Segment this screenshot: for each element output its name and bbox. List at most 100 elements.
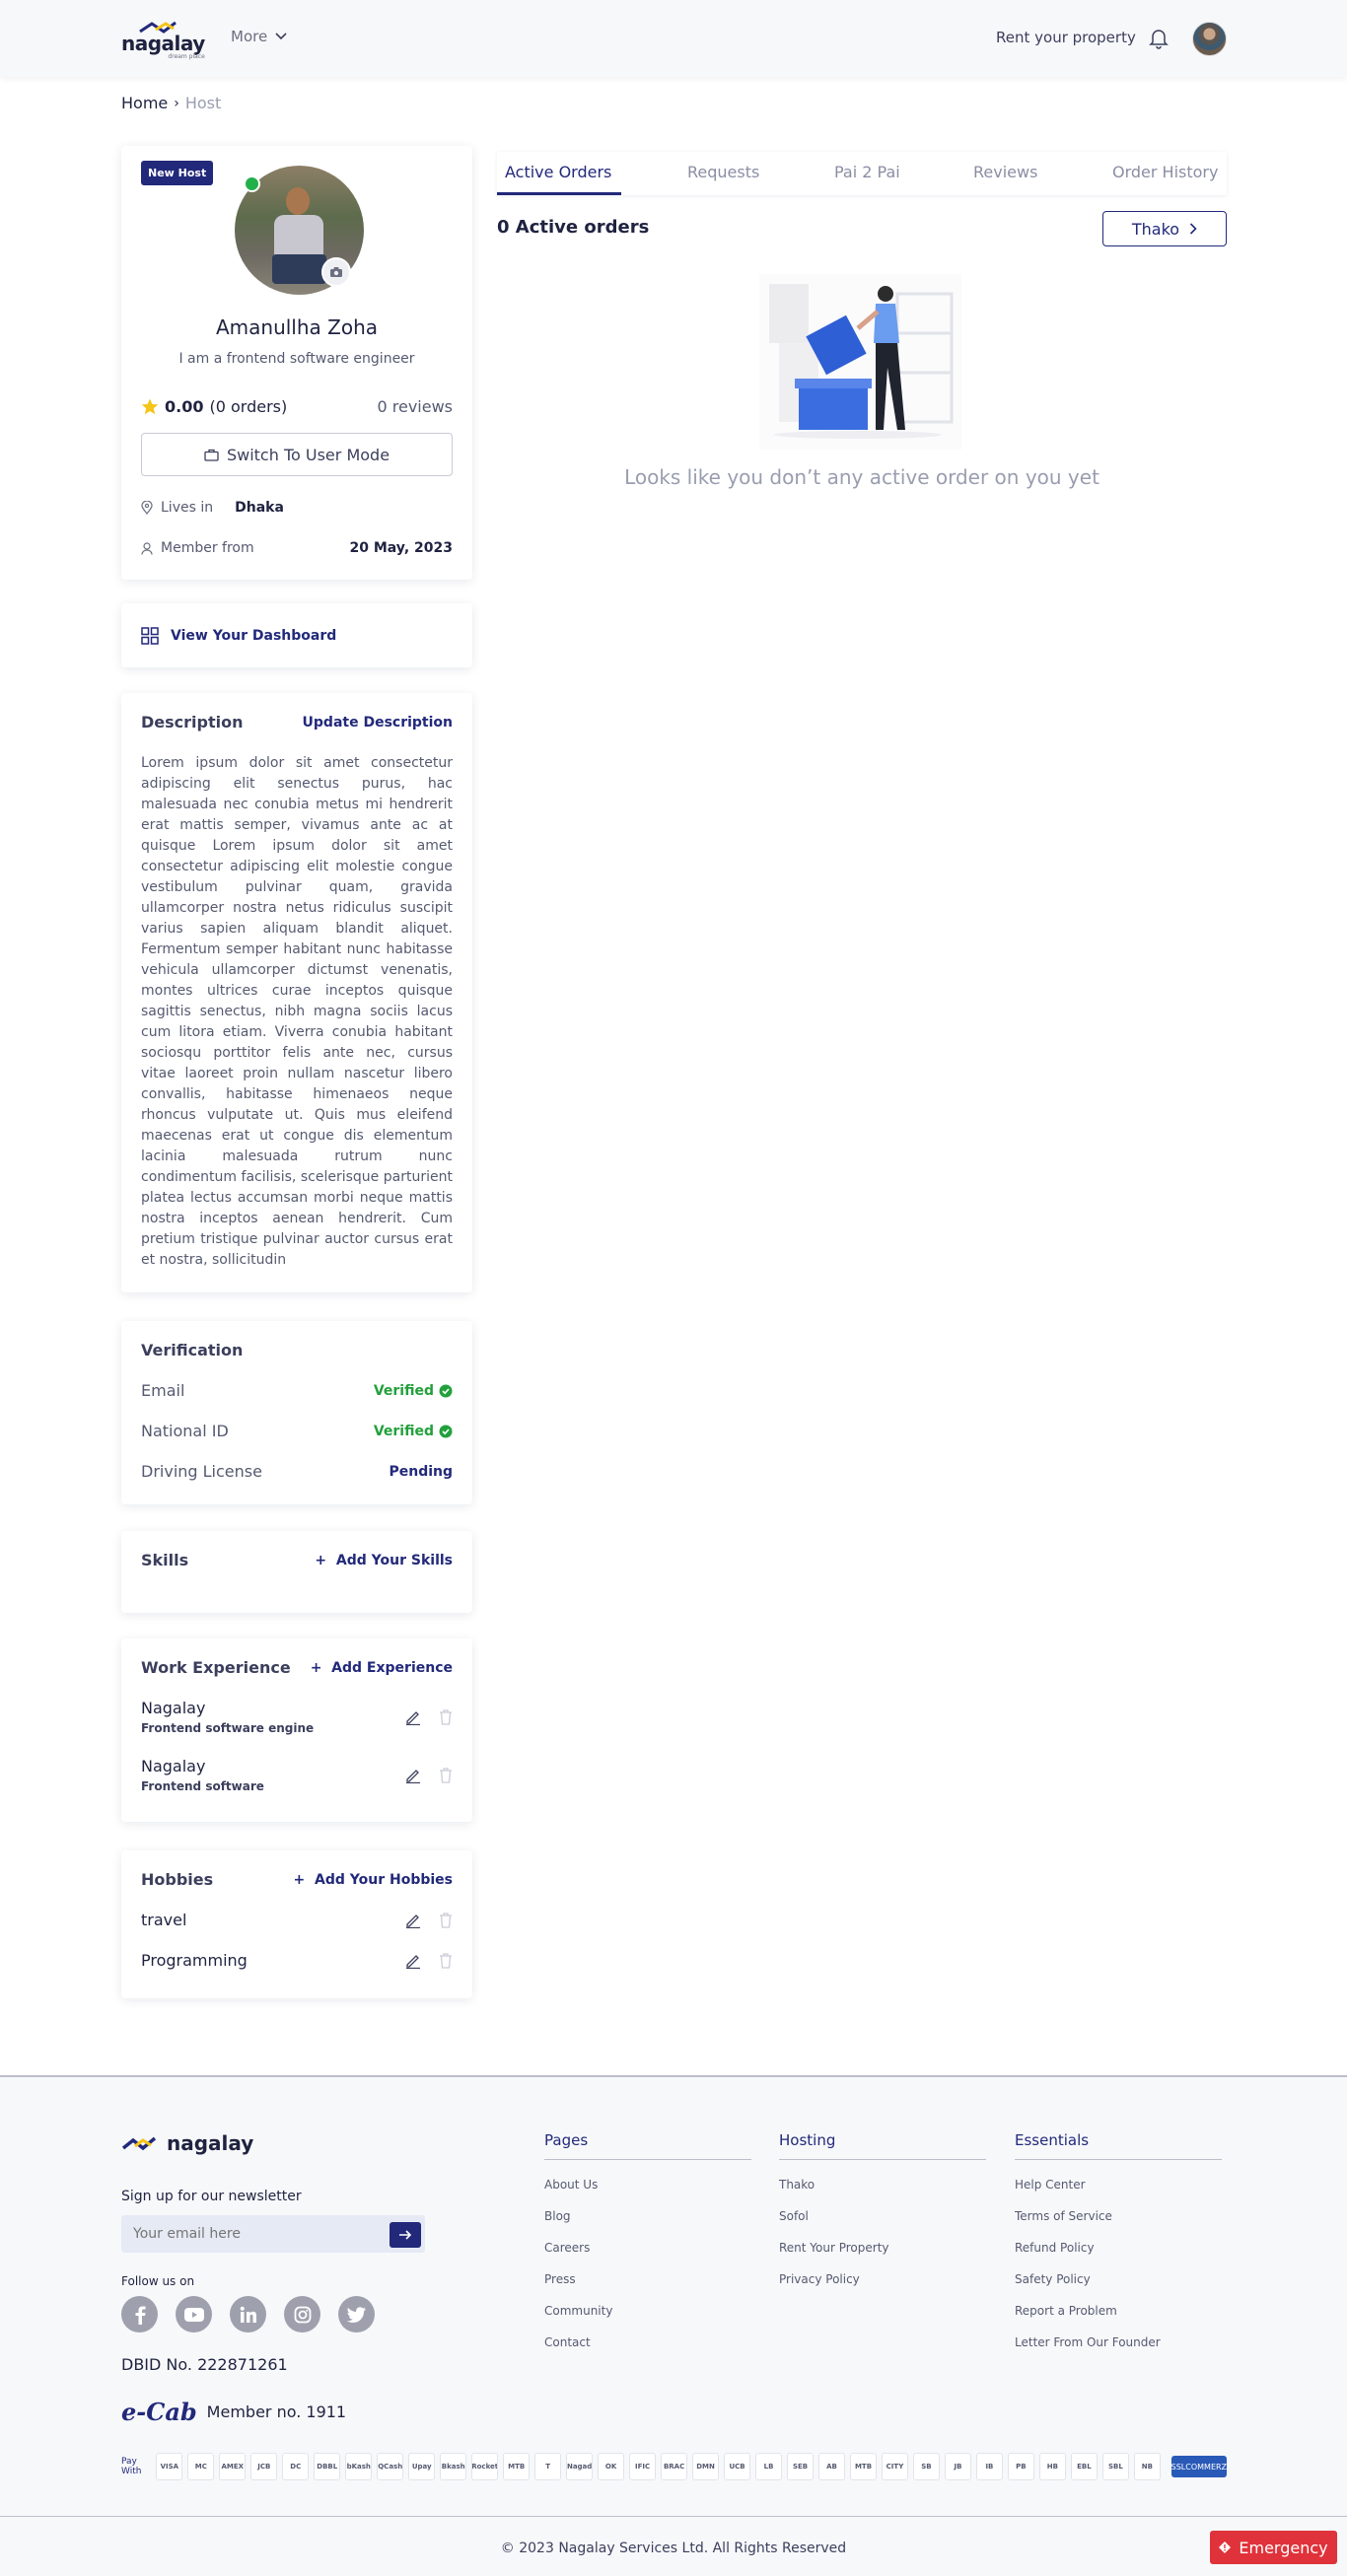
user-avatar[interactable]: [1192, 22, 1227, 56]
tab-active-orders[interactable]: Active Orders: [505, 163, 611, 181]
payment-method-logo: MC: [187, 2453, 215, 2480]
bell-icon[interactable]: [1149, 28, 1169, 49]
edit-pencil-icon[interactable]: [405, 1913, 421, 1928]
experience-role: Frontend software: [141, 1779, 264, 1793]
social-links: [121, 2296, 375, 2332]
footer-logo-text: nagalay: [167, 2131, 254, 2155]
nagalay-logo[interactable]: nagalay dream place: [121, 20, 205, 60]
footer-link-report-problem[interactable]: Report a Problem: [1015, 2304, 1222, 2318]
review-count[interactable]: 0 reviews: [377, 397, 453, 416]
user-icon: [141, 541, 153, 555]
emergency-button[interactable]: Emergency: [1210, 2531, 1337, 2564]
footer-link-sofol[interactable]: Sofol: [779, 2209, 986, 2223]
online-status-dot: [244, 175, 260, 192]
change-photo-button[interactable]: [321, 257, 351, 287]
edit-pencil-icon[interactable]: [405, 1953, 421, 1969]
youtube-icon[interactable]: [176, 2296, 212, 2332]
footer-link-privacy-policy[interactable]: Privacy Policy: [779, 2272, 986, 2286]
footer-link-terms[interactable]: Terms of Service: [1015, 2209, 1222, 2223]
newsletter-email-input[interactable]: [121, 2215, 425, 2253]
tab-reviews[interactable]: Reviews: [973, 163, 1037, 181]
add-skills-button[interactable]: + Add Your Skills: [315, 1553, 453, 1568]
footer-link-safety-policy[interactable]: Safety Policy: [1015, 2272, 1222, 2286]
linkedin-icon[interactable]: [230, 2296, 266, 2332]
breadcrumb-current: Host: [184, 94, 222, 112]
plus-icon: +: [315, 1552, 336, 1568]
verification-card: Verification Email Verified National ID …: [121, 1321, 472, 1504]
follow-us-label: Follow us on: [121, 2274, 195, 2288]
footer-link-help-center[interactable]: Help Center: [1015, 2178, 1222, 2192]
trash-icon[interactable]: [439, 1708, 453, 1725]
footer-column-pages: Pages About Us Blog Careers Press Commun…: [544, 2131, 751, 2349]
payment-method-logo: DC: [282, 2453, 310, 2480]
facebook-icon[interactable]: [121, 2296, 158, 2332]
thako-filter-button[interactable]: Thako: [1102, 211, 1227, 246]
instagram-icon[interactable]: [284, 2296, 320, 2332]
payment-method-logo: EBL: [1070, 2453, 1098, 2480]
experience-company: Nagalay: [141, 1699, 206, 1717]
breadcrumb-home[interactable]: Home: [121, 94, 168, 112]
hobby-name: travel: [141, 1911, 187, 1929]
tab-pai-2-pai[interactable]: Pai 2 Pai: [834, 163, 900, 181]
logo-mark-icon: [121, 2136, 157, 2151]
rating: 0.00 (0 orders): [141, 397, 287, 416]
list-item: Nagalay Frontend software: [141, 1757, 453, 1793]
payment-method-logo: NB: [1133, 2453, 1161, 2480]
twitter-icon[interactable]: [338, 2296, 375, 2332]
footer-link-press[interactable]: Press: [544, 2272, 751, 2286]
payment-method-logo: HB: [1038, 2453, 1066, 2480]
thako-label: Thako: [1131, 219, 1180, 239]
add-hobbies-button[interactable]: + Add Your Hobbies: [294, 1872, 453, 1888]
add-experience-button[interactable]: + Add Experience: [311, 1660, 453, 1676]
emergency-diamond-icon: [1219, 2541, 1232, 2553]
briefcase-icon: [204, 449, 219, 461]
footer-link-refund-policy[interactable]: Refund Policy: [1015, 2241, 1222, 2255]
logo-tagline: dream place: [168, 53, 205, 60]
footer-link-blog[interactable]: Blog: [544, 2209, 751, 2223]
order-count: (0 orders): [209, 397, 288, 416]
trash-icon[interactable]: [439, 1952, 453, 1969]
footer-link-founder-letter[interactable]: Letter From Our Founder: [1015, 2335, 1222, 2349]
newsletter-title: Sign up for our newsletter: [121, 2189, 302, 2204]
footer-logo[interactable]: nagalay: [121, 2131, 253, 2155]
rating-value: 0.00: [165, 397, 204, 416]
check-badge-icon: [439, 1384, 453, 1397]
payment-method-logo: SEB: [787, 2453, 815, 2480]
newsletter-submit-button[interactable]: [390, 2222, 421, 2248]
tab-requests[interactable]: Requests: [687, 163, 759, 181]
lives-in-label: Lives in: [161, 500, 214, 516]
view-dashboard-link[interactable]: View Your Dashboard: [121, 603, 472, 667]
breadcrumb: Home › Host: [121, 94, 221, 112]
footer-link-thako[interactable]: Thako: [779, 2178, 986, 2192]
trash-icon[interactable]: [439, 1912, 453, 1928]
edit-pencil-icon[interactable]: [405, 1709, 421, 1725]
footer-link-careers[interactable]: Careers: [544, 2241, 751, 2255]
plus-icon: +: [310, 1659, 332, 1676]
footer-link-about-us[interactable]: About Us: [544, 2178, 751, 2192]
member-since-row: Member from: [141, 540, 254, 556]
footer-link-community[interactable]: Community: [544, 2304, 751, 2318]
work-experience-title: Work Experience: [141, 1658, 291, 1677]
pending-status[interactable]: Pending: [389, 1464, 453, 1480]
member-date: 20 May, 2023: [349, 540, 453, 556]
update-description-button[interactable]: Update Description: [303, 715, 453, 731]
edit-pencil-icon[interactable]: [405, 1768, 421, 1783]
switch-user-mode-button[interactable]: Switch To User Mode: [141, 433, 453, 476]
verification-label: National ID: [141, 1422, 229, 1440]
trash-icon[interactable]: [439, 1767, 453, 1783]
tab-order-history[interactable]: Order History: [1112, 163, 1218, 181]
footer-link-rent-property[interactable]: Rent Your Property: [779, 2241, 986, 2255]
footer: nagalay Sign up for our newsletter Follo…: [0, 2075, 1347, 2576]
emergency-label: Emergency: [1239, 2538, 1328, 2557]
copyright: © 2023 Nagalay Services Ltd. All Rights …: [500, 2541, 847, 2556]
list-item: travel: [141, 1911, 453, 1929]
footer-column-title: Hosting: [779, 2131, 986, 2160]
more-menu[interactable]: More: [231, 28, 287, 45]
footer-link-contact[interactable]: Contact: [544, 2335, 751, 2349]
payment-method-logo: T: [534, 2453, 562, 2480]
rent-property-link[interactable]: Rent your property: [996, 29, 1136, 46]
arrow-right-icon: [399, 2230, 412, 2240]
city-value: Dhaka: [235, 500, 284, 516]
chevron-right-icon: [1190, 223, 1197, 235]
location-row: Lives in Dhaka: [141, 500, 284, 516]
